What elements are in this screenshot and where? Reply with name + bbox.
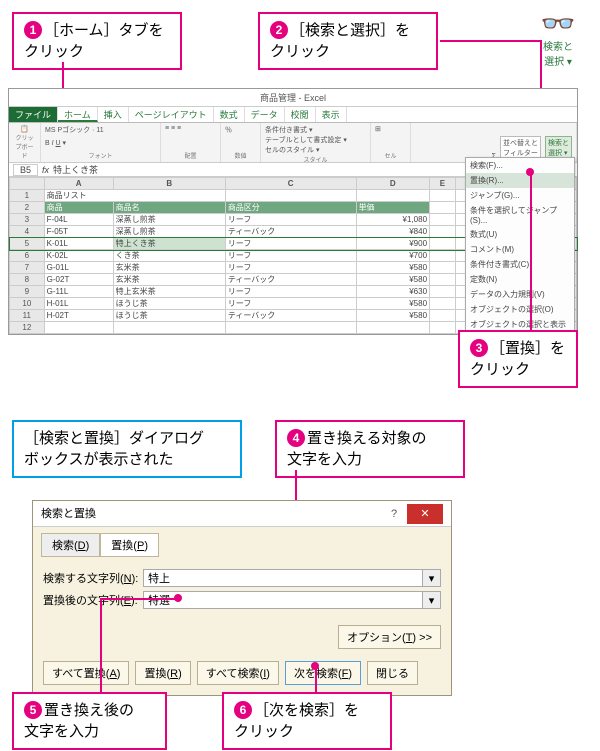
callout-num-6: 6 <box>234 701 252 719</box>
find-select-menu: 検索(F)... 置換(R)... ジャンプ(G)... 条件を選択してジャンプ… <box>465 157 575 342</box>
callout-text-1: ［ホーム］タブを クリック <box>24 22 164 60</box>
menu-find[interactable]: 検索(F)... <box>466 158 574 173</box>
callout-info-text: ［検索と置換］ダイアログ ボックスが表示された <box>24 430 204 468</box>
find-all-button[interactable]: すべて検索(I) <box>197 661 279 685</box>
callout-5: 5置き換え後の 文字を入力 <box>12 692 167 750</box>
tab-file[interactable]: ファイル <box>9 107 58 122</box>
paste-icon[interactable]: 📋 <box>13 125 36 133</box>
ribbon-align-label: 配置 <box>165 151 216 160</box>
pointer-2h <box>440 40 540 42</box>
ribbon-styles-label: スタイル <box>265 155 366 164</box>
tab-page-layout[interactable]: ページレイアウト <box>129 107 214 122</box>
dialog-tab-replace[interactable]: 置換(P) <box>100 533 159 557</box>
menu-condfmt[interactable]: 条件付き書式(C) <box>466 257 574 272</box>
replace-button[interactable]: 置換(R) <box>135 661 190 685</box>
replace-label: 置換後の文字列(E): <box>43 592 143 608</box>
callout-num-1: 1 <box>24 21 42 39</box>
cell-style-button[interactable]: セルのスタイル ▾ <box>265 145 366 155</box>
menu-formula[interactable]: 数式(U) <box>466 227 574 242</box>
callout-text-6: ［次を検索］を クリック <box>234 702 359 740</box>
callout-num-5: 5 <box>24 701 42 719</box>
pointer-3 <box>530 172 532 332</box>
tab-insert[interactable]: 挿入 <box>98 107 129 122</box>
callout-6: 6［次を検索］を クリック <box>222 692 392 750</box>
replace-all-button[interactable]: すべて置換(A) <box>43 661 129 685</box>
pointer-dot-3 <box>526 168 534 176</box>
pointer-6 <box>315 668 317 694</box>
pointer-dot-6 <box>311 662 319 670</box>
menu-jump[interactable]: ジャンプ(G)... <box>466 188 574 203</box>
ribbon-cells-label: セル <box>375 151 406 160</box>
find-next-button[interactable]: 次を検索(F) <box>285 661 361 685</box>
callout-info: ［検索と置換］ダイアログ ボックスが表示された <box>12 420 242 478</box>
find-label: 検索する文字列(N): <box>43 570 143 586</box>
excel-titlebar: 商品管理 - Excel <box>9 89 577 107</box>
callout-num-4: 4 <box>287 429 305 447</box>
tab-view[interactable]: 表示 <box>316 107 347 122</box>
tab-data[interactable]: データ <box>245 107 285 122</box>
callout-3: 3［置換］を クリック <box>458 330 578 388</box>
tab-home[interactable]: ホーム <box>58 107 98 122</box>
find-replace-dialog: 検索と置換 ? ✕ 検索(D)置換(P) 検索する文字列(N): ▾ 置換後の文… <box>32 500 452 696</box>
excel-window: 商品管理 - Excel ファイル ホーム 挿入 ページレイアウト 数式 データ… <box>8 88 578 335</box>
pointer-5h <box>100 598 176 600</box>
fx-icon[interactable]: fx <box>42 165 49 175</box>
menu-comment[interactable]: コメント(M) <box>466 242 574 257</box>
menu-replace[interactable]: 置換(R)... <box>466 173 574 188</box>
ribbon-font-label: フォント <box>45 151 156 160</box>
formula-value[interactable]: 特上くき茶 <box>53 163 98 176</box>
binoculars-icon: 👓 <box>528 10 588 38</box>
callout-2: 2［検索と選択］を クリック <box>258 12 438 70</box>
namebox[interactable]: B5 <box>13 164 38 176</box>
callout-text-2: ［検索と選択］を クリック <box>270 22 410 60</box>
replace-input[interactable] <box>143 591 423 609</box>
ribbon-clipboard-label: クリップボード <box>13 133 36 160</box>
help-button[interactable]: ? <box>381 504 407 524</box>
font-size[interactable]: 11 <box>96 127 103 134</box>
format-table-button[interactable]: テーブルとして書式設定 ▾ <box>265 135 366 145</box>
callout-num-2: 2 <box>270 21 288 39</box>
ribbon-number-label: 数値 <box>225 151 256 160</box>
find-select-label: 検索と 選択 ▾ <box>528 38 588 68</box>
callout-num-3: 3 <box>470 339 488 357</box>
pointer-5 <box>100 598 102 692</box>
menu-objsel[interactable]: オブジェクトの選択(O) <box>466 302 574 317</box>
dialog-title: 検索と置換 <box>41 501 96 527</box>
callout-4: 4置き換える対象の 文字を入力 <box>275 420 465 478</box>
replace-dropdown[interactable]: ▾ <box>423 591 441 609</box>
tab-formula[interactable]: 数式 <box>214 107 245 122</box>
callout-1: 1［ホーム］タブを クリック <box>12 12 182 70</box>
callout-text-4: 置き換える対象の 文字を入力 <box>287 430 427 468</box>
dialog-tab-find[interactable]: 検索(D) <box>41 533 100 557</box>
cond-format-button[interactable]: 条件付き書式 ▾ <box>265 125 366 135</box>
font-name[interactable]: MS Pゴシック <box>45 127 90 134</box>
menu-valid[interactable]: データの入力規則(V) <box>466 287 574 302</box>
close-icon[interactable]: ✕ <box>407 504 443 524</box>
menu-const[interactable]: 定数(N) <box>466 272 574 287</box>
tab-review[interactable]: 校閲 <box>285 107 316 122</box>
options-button[interactable]: オプション(T) >> <box>338 625 441 649</box>
find-input[interactable] <box>143 569 423 587</box>
ribbon-tabbar: ファイル ホーム 挿入 ページレイアウト 数式 データ 校閲 表示 <box>9 107 577 123</box>
close-button[interactable]: 閉じる <box>367 661 418 685</box>
menu-special[interactable]: 条件を選択してジャンプ(S)... <box>466 203 574 227</box>
list-title: 商品リスト <box>44 190 225 202</box>
find-dropdown[interactable]: ▾ <box>423 569 441 587</box>
pointer-dot-5 <box>174 594 182 602</box>
find-select-large-icon: 👓 検索と 選択 ▾ <box>528 10 588 68</box>
